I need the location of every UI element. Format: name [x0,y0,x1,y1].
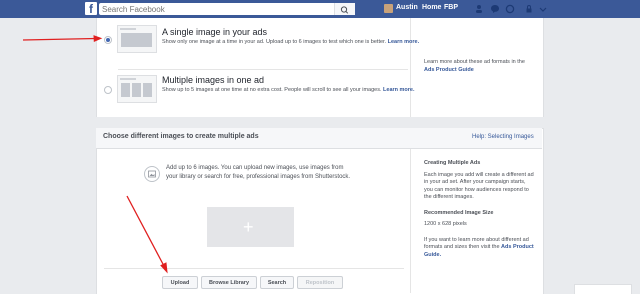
image-size-text: 1200 x 628 pixels [424,221,467,227]
option-title-multiple: Multiple images in one ad [162,75,265,85]
search-images-button[interactable]: Search [260,276,294,289]
plus-icon: + [243,217,254,237]
multiple-images-thumbnail [117,75,157,103]
divider [118,69,408,70]
search-input[interactable] [102,3,332,15]
radio-single-image[interactable] [104,36,112,44]
option-description-single: Show only one image at a time in your ad… [162,39,420,45]
divider [410,18,411,117]
search-icon [340,6,349,14]
info-column: Creating Multiple Ads Each image you add… [424,160,534,259]
browse-library-button[interactable]: Browse Library [201,276,257,289]
help-selecting-images-link[interactable]: Help: Selecting Images [472,134,534,140]
divider [410,149,411,293]
profile-link[interactable]: Austin [396,4,418,11]
divider [104,268,404,269]
info-heading: Recommended Image Size [424,209,494,216]
red-arrow-to-radio [22,35,103,42]
single-image-thumbnail [117,25,157,53]
image-icon [144,166,160,182]
ads-product-guide-link[interactable]: Ads Product Guide [424,67,474,73]
info-heading: Creating Multiple Ads [424,160,481,166]
messages-icon[interactable] [490,4,500,14]
privacy-lock-icon[interactable] [524,4,534,14]
radio-multiple-images[interactable] [104,86,112,94]
right-margin [542,18,640,293]
search-box [99,3,355,15]
search-button[interactable] [334,3,355,15]
add-images-instructions: Add up to 6 images. You can upload new i… [166,165,351,180]
learn-more-link[interactable]: Learn more. [388,39,419,45]
notifications-icon[interactable] [505,4,515,14]
learn-more-link[interactable]: Learn more. [383,87,414,93]
facebook-logo-icon[interactable]: f [85,2,97,15]
upload-button[interactable]: Upload [162,276,198,289]
reposition-button: Reposition [297,276,343,289]
avatar[interactable] [384,4,393,13]
option-description-multiple: Show up to 5 images at one time at no ex… [162,87,415,93]
home-link[interactable]: Home [422,4,441,11]
info-text: If you want to learn more about differen… [424,236,534,258]
section-title: Choose different images to create multip… [103,133,259,140]
friend-requests-icon[interactable] [474,4,484,14]
ad-format-note: Learn more about these ad formats in the… [424,59,525,73]
option-title-single: A single image in your ads [162,27,268,37]
fbp-link[interactable]: FBP [444,4,458,11]
chevron-down-icon[interactable] [538,4,548,14]
info-text: Each image you add will create a differe… [424,171,534,201]
